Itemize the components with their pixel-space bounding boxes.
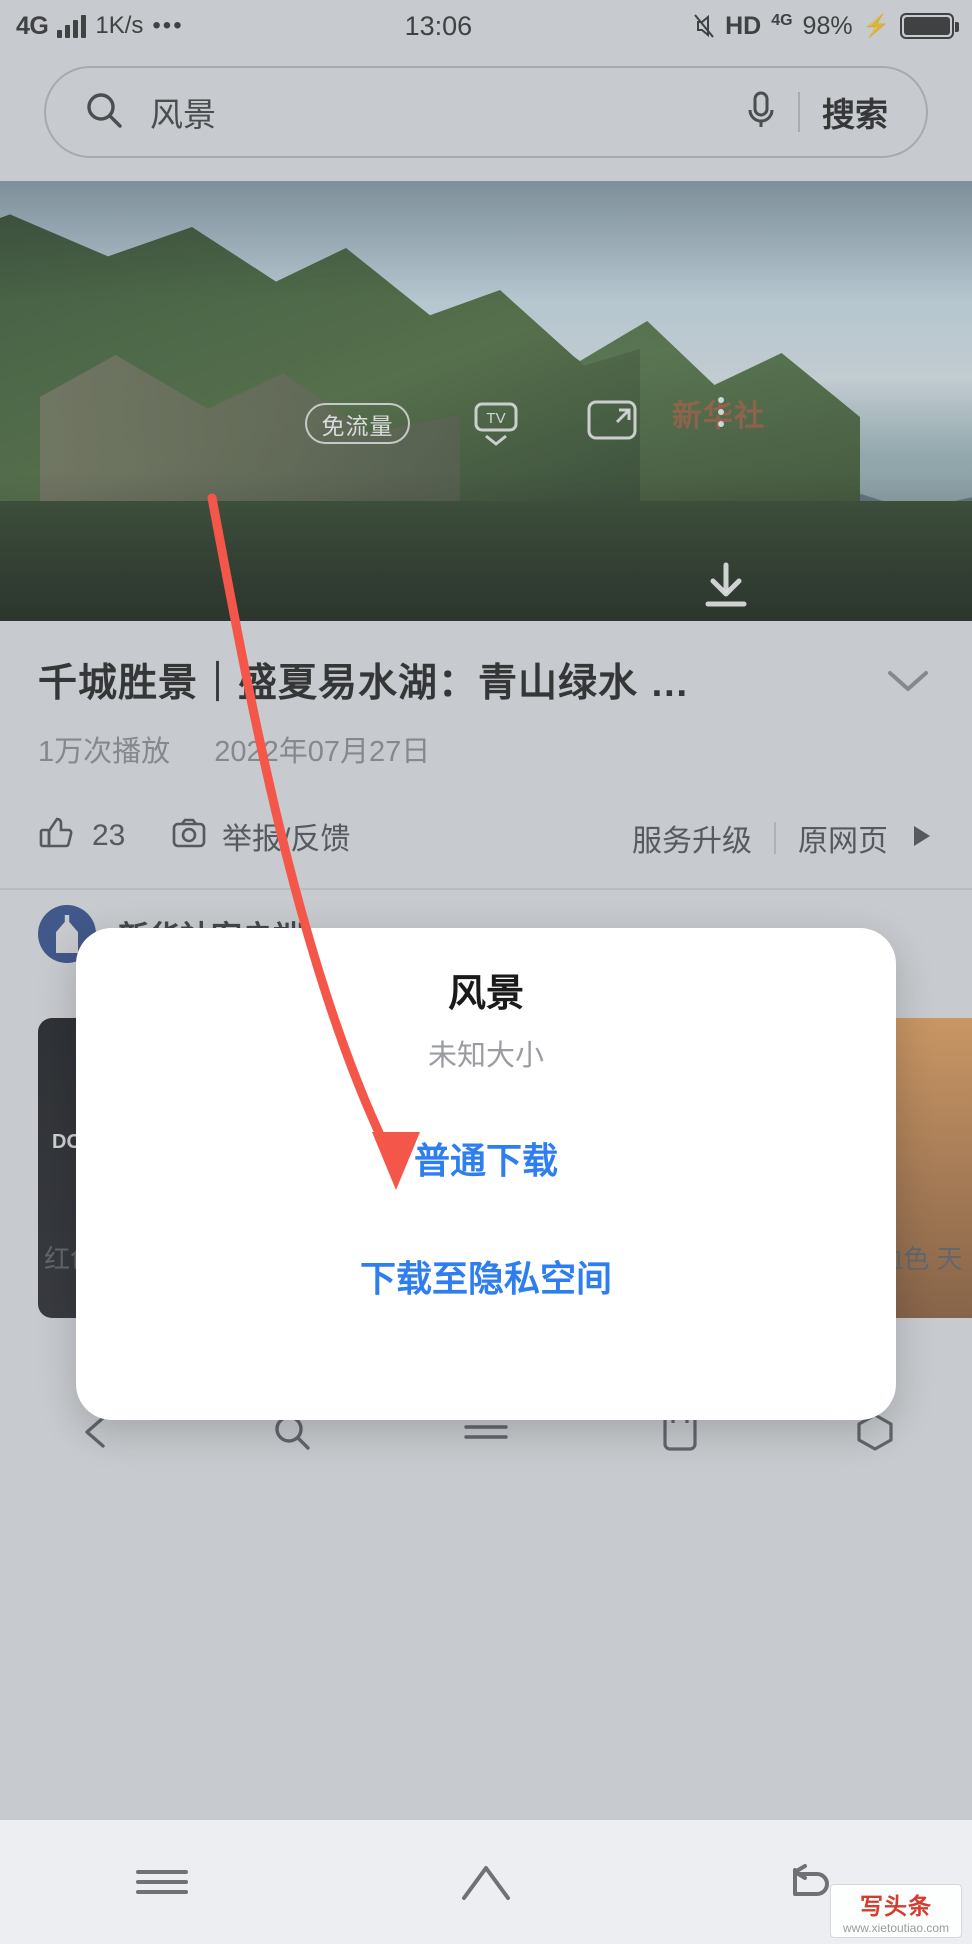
watermark-brand: 写头条 <box>860 1893 932 1919</box>
download-dialog: 风景 未知大小 普通下载 下载至隐私空间 <box>76 928 896 1420</box>
recents-button[interactable] <box>0 1864 324 1900</box>
watermark-site: www.xietoutiao.com <box>842 1921 950 1935</box>
home-button[interactable] <box>324 1860 648 1904</box>
system-nav-bar <box>0 1820 972 1944</box>
dialog-subtitle: 未知大小 <box>427 1040 544 1072</box>
normal-download-button[interactable]: 普通下载 <box>76 1132 896 1184</box>
phone-screen: 4G 1K/s ••• 13:06 HD 4G 98% ⚡ 风景 搜索 免流量 … <box>0 0 972 1944</box>
private-space-download-button[interactable]: 下载至隐私空间 <box>76 1250 896 1302</box>
site-watermark: 写头条 www.xietoutiao.com <box>830 1884 962 1938</box>
dialog-title: 风景 <box>447 973 524 1015</box>
